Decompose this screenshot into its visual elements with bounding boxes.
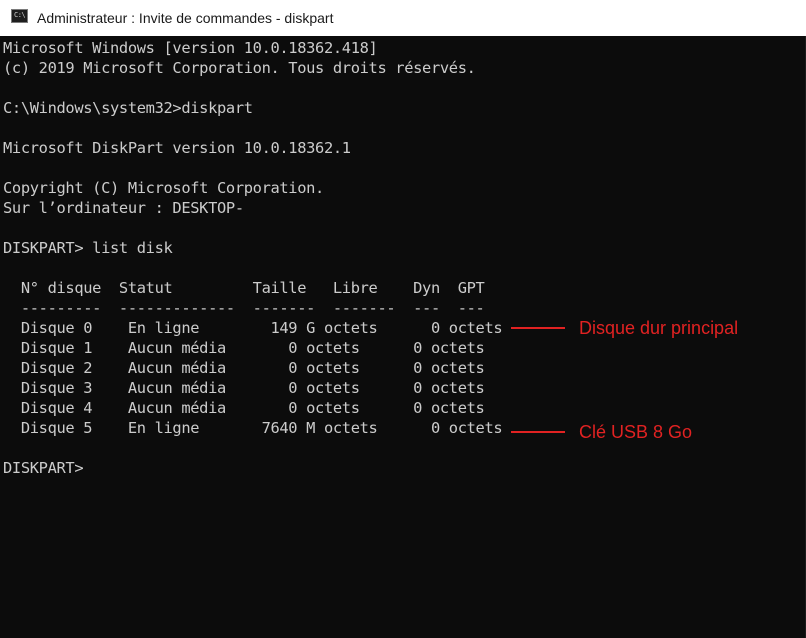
console-line: Disque 3 Aucun média 0 octets 0 octets bbox=[3, 379, 485, 397]
console-line: Disque 5 En ligne 7640 M octets 0 octets bbox=[3, 419, 503, 437]
cmd-icon[interactable]: C:\ bbox=[11, 9, 28, 23]
console-line: Disque 2 Aucun média 0 octets 0 octets bbox=[3, 359, 485, 377]
annotation-line-disk0 bbox=[511, 327, 565, 329]
console-line: Microsoft DiskPart version 10.0.18362.1 bbox=[3, 139, 351, 157]
title-bar[interactable]: C:\ Administrateur : Invite de commandes… bbox=[0, 0, 806, 36]
cmd-icon-glyph: C:\ bbox=[14, 11, 26, 19]
console-line: Disque 0 En ligne 149 G octets 0 octets bbox=[3, 319, 503, 337]
console-line: DISKPART> list disk bbox=[3, 239, 173, 257]
annotation-disk5: Clé USB 8 Go bbox=[579, 422, 693, 442]
console-line: Microsoft Windows [version 10.0.18362.41… bbox=[3, 39, 378, 57]
console-line: Disque 1 Aucun média 0 octets 0 octets bbox=[3, 339, 485, 357]
console-line: C:\Windows\system32>diskpart bbox=[3, 99, 253, 117]
console-line: --------- ------------- ------- ------- … bbox=[3, 299, 485, 317]
window-title: Administrateur : Invite de commandes - d… bbox=[37, 10, 334, 26]
console-line: Disque 4 Aucun média 0 octets 0 octets bbox=[3, 399, 485, 417]
console-line: DISKPART> bbox=[3, 459, 84, 477]
console-line: N° disque Statut Taille Libre Dyn GPT bbox=[3, 279, 485, 297]
console-line: Copyright (C) Microsoft Corporation. bbox=[3, 179, 324, 197]
console-output[interactable]: Microsoft Windows [version 10.0.18362.41… bbox=[0, 36, 806, 638]
annotation-disk0: Disque dur principal bbox=[579, 318, 739, 338]
annotation-line-disk5 bbox=[511, 431, 565, 433]
console-line: Sur l’ordinateur : DESKTOP- bbox=[3, 199, 244, 217]
console-line: (c) 2019 Microsoft Corporation. Tous dro… bbox=[3, 59, 476, 77]
